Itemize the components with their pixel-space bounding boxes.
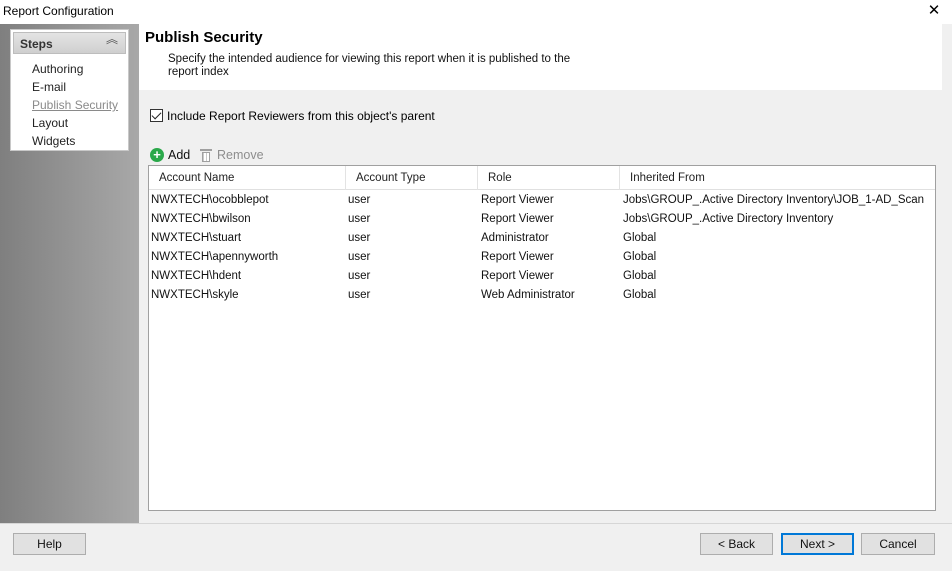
cancel-button[interactable]: Cancel — [861, 533, 935, 555]
remove-button[interactable]: Remove — [200, 146, 264, 164]
column-header-account-type[interactable]: Account Type — [346, 166, 478, 190]
table-row[interactable]: NWXTECH\ocobblepot user Report Viewer Jo… — [149, 191, 935, 210]
collapse-chevron-icon[interactable]: ︽ — [106, 33, 118, 45]
cell-account-name: NWXTECH\apennyworth — [151, 251, 279, 263]
column-header-account-name[interactable]: Account Name — [149, 166, 346, 190]
cell-role: Report Viewer — [481, 213, 554, 225]
page-title: Publish Security — [145, 29, 263, 46]
page-description: Specify the intended audience for viewin… — [168, 53, 571, 78]
cell-role: Report Viewer — [481, 270, 554, 282]
step-layout[interactable]: Layout — [11, 114, 128, 132]
include-reviewers-label[interactable]: Include Report Reviewers from this objec… — [167, 109, 435, 123]
next-button[interactable]: Next > — [781, 533, 854, 555]
cell-account-type: user — [348, 213, 371, 225]
cell-account-name: NWXTECH\stuart — [151, 232, 242, 244]
cell-inherited-from: Jobs\GROUP_.Active Directory Inventory — [623, 213, 834, 225]
remove-button-label: Remove — [217, 148, 264, 162]
plus-icon: + — [150, 148, 164, 162]
table-header: Account Name Account Type Role Inherited… — [149, 166, 935, 190]
cell-account-type: user — [348, 289, 371, 301]
steps-panel: Steps ︽ Authoring E-mail Publish Securit… — [10, 29, 129, 151]
cell-inherited-from: Global — [623, 270, 657, 282]
cell-role: Report Viewer — [481, 251, 554, 263]
step-authoring[interactable]: Authoring — [11, 60, 128, 78]
cell-account-name: NWXTECH\bwilson — [151, 213, 251, 225]
cell-role: Administrator — [481, 232, 549, 244]
back-button[interactable]: < Back — [700, 533, 773, 555]
cell-account-name: NWXTECH\skyle — [151, 289, 239, 301]
cell-account-type: user — [348, 270, 371, 282]
window-title: Report Configuration — [3, 4, 114, 18]
main-panel: Publish Security Specify the intended au… — [139, 24, 952, 523]
close-icon[interactable]: ✕ — [926, 2, 942, 20]
column-header-inherited-from[interactable]: Inherited From — [620, 166, 935, 190]
accounts-table: Account Name Account Type Role Inherited… — [148, 165, 936, 511]
trash-icon — [200, 148, 212, 162]
table-body: NWXTECH\ocobblepot user Report Viewer Jo… — [149, 191, 935, 305]
steps-list: Authoring E-mail Publish Security Layout… — [11, 60, 128, 150]
cell-inherited-from: Global — [623, 289, 657, 301]
cell-inherited-from: Global — [623, 251, 657, 263]
footer-bar: Help < Back Next > Cancel — [0, 523, 952, 571]
table-row[interactable]: NWXTECH\hdent user Report Viewer Global — [149, 267, 935, 286]
cell-account-type: user — [348, 251, 371, 263]
step-email[interactable]: E-mail — [11, 78, 128, 96]
table-row[interactable]: NWXTECH\apennyworth user Report Viewer G… — [149, 248, 935, 267]
table-row[interactable]: NWXTECH\skyle user Web Administrator Glo… — [149, 286, 935, 305]
cell-inherited-from: Global — [623, 232, 657, 244]
page-header: Publish Security Specify the intended au… — [139, 24, 942, 90]
sidebar: Steps ︽ Authoring E-mail Publish Securit… — [0, 24, 139, 523]
table-row[interactable]: NWXTECH\bwilson user Report Viewer Jobs\… — [149, 210, 935, 229]
cell-account-name: NWXTECH\ocobblepot — [151, 194, 269, 206]
steps-header-label: Steps — [20, 37, 53, 51]
step-widgets[interactable]: Widgets — [11, 132, 128, 150]
help-button[interactable]: Help — [13, 533, 86, 555]
step-publish-security[interactable]: Publish Security — [11, 96, 128, 114]
cell-account-type: user — [348, 232, 371, 244]
add-button-label: Add — [168, 148, 191, 162]
steps-header[interactable]: Steps ︽ — [13, 32, 126, 54]
cell-account-name: NWXTECH\hdent — [151, 270, 242, 282]
cell-inherited-from: Jobs\GROUP_.Active Directory Inventory\J… — [623, 194, 925, 206]
cell-role: Report Viewer — [481, 194, 554, 206]
include-reviewers-checkbox[interactable] — [150, 109, 163, 122]
add-button[interactable]: + Add — [150, 146, 190, 164]
cell-account-type: user — [348, 194, 371, 206]
title-bar: Report Configuration ✕ — [0, 0, 952, 24]
grid-toolbar: + Add Remove — [148, 145, 269, 165]
column-header-role[interactable]: Role — [478, 166, 620, 190]
cell-role: Web Administrator — [481, 289, 575, 301]
table-row[interactable]: NWXTECH\stuart user Administrator Global — [149, 229, 935, 248]
